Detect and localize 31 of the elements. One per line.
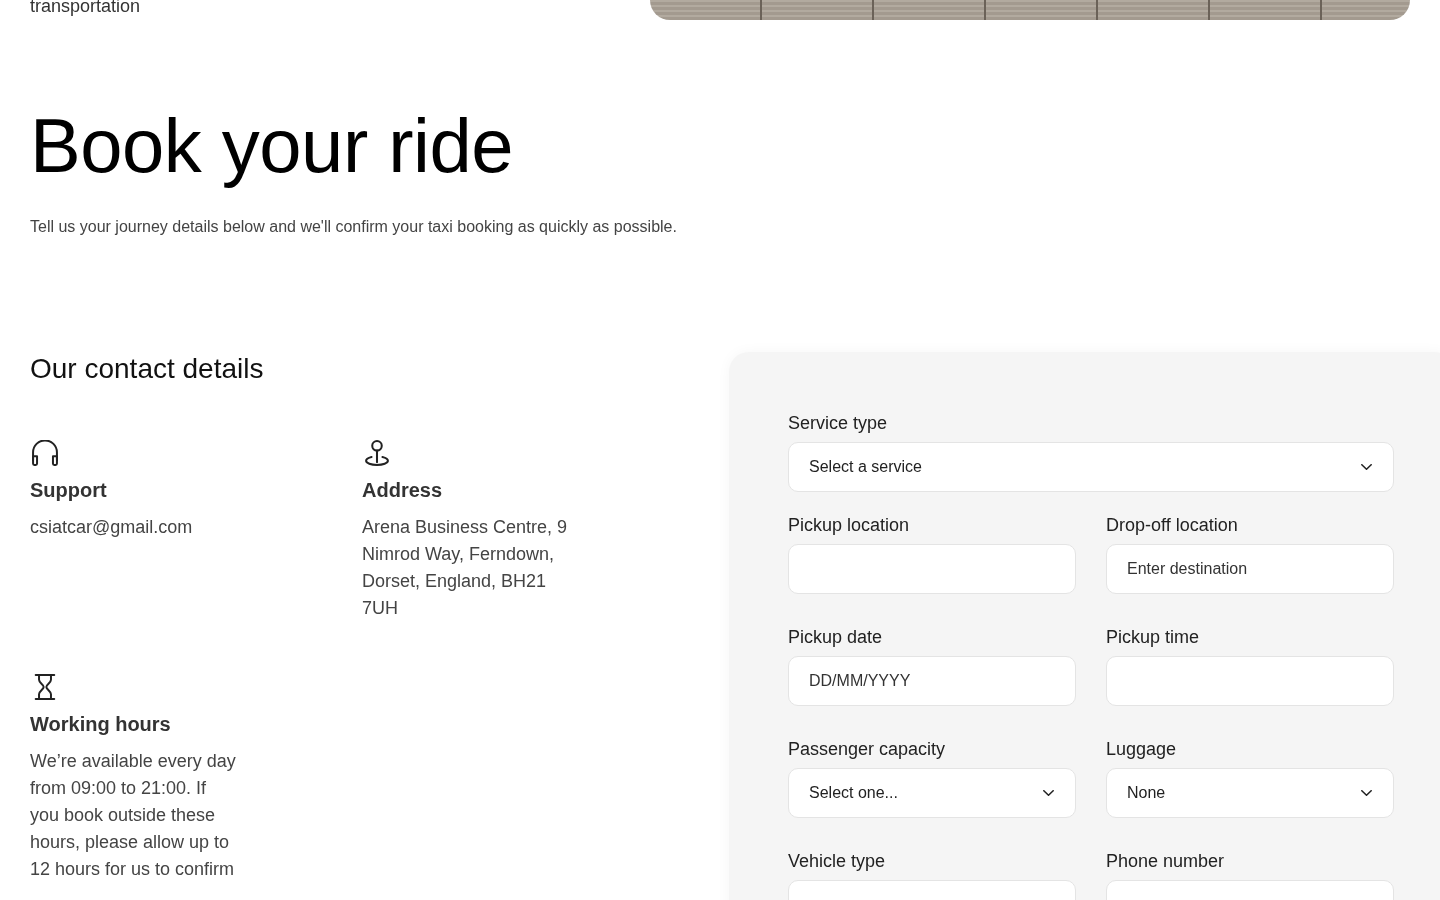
contact-item-title: Address <box>362 478 443 502</box>
chevron-down-icon <box>1043 790 1054 796</box>
field-label: Drop-off location <box>1106 514 1238 537</box>
contact-item-title: Working hours <box>30 712 171 736</box>
input-field[interactable]: DD/MM/YYYY <box>788 656 1076 706</box>
chevron-down-icon <box>1361 790 1372 796</box>
contact-item-text: Arena Business Centre, 9 Nimrod Way, Ferndown, Dorset, England, BH21 7UH <box>362 516 569 620</box>
input-field[interactable] <box>1106 656 1394 706</box>
input-field[interactable] <box>788 544 1076 594</box>
chevron-down-icon <box>1361 464 1372 470</box>
field-label: Service type <box>788 412 888 435</box>
page-title: Book your ride <box>30 104 515 188</box>
field-label: Pickup time <box>1106 626 1200 649</box>
dropdown-field[interactable]: Select a service <box>788 442 1394 492</box>
field-label: Passenger capacity <box>788 738 946 761</box>
contact-item-title: Support <box>30 478 107 502</box>
section-title: Our contact details <box>30 352 265 386</box>
contact-item-text: We’re available every day from 09:00 to 21:00. If you book outside these hours, please allow up to 12 hours for us to confirm <box>30 750 237 881</box>
page-subtitle: Tell us your journey details below and we'll confirm your taxi booking as quickly as possible. <box>30 217 678 237</box>
dropdown-field[interactable]: None <box>1106 768 1394 818</box>
headphones-icon <box>32 440 58 466</box>
input-field[interactable]: Enter destination <box>1106 544 1394 594</box>
field-label: Pickup date <box>788 626 883 649</box>
field-label: Luggage <box>1106 738 1177 761</box>
hourglass-icon <box>32 674 58 700</box>
contact-item-text: csiatcar@gmail.com <box>30 516 194 539</box>
field-label: Phone number <box>1106 850 1225 873</box>
field-label: Pickup location <box>788 514 910 537</box>
field-label: Vehicle type <box>788 850 886 873</box>
location-pin-icon <box>364 440 390 466</box>
dropdown-field[interactable]: Select one... <box>788 768 1076 818</box>
